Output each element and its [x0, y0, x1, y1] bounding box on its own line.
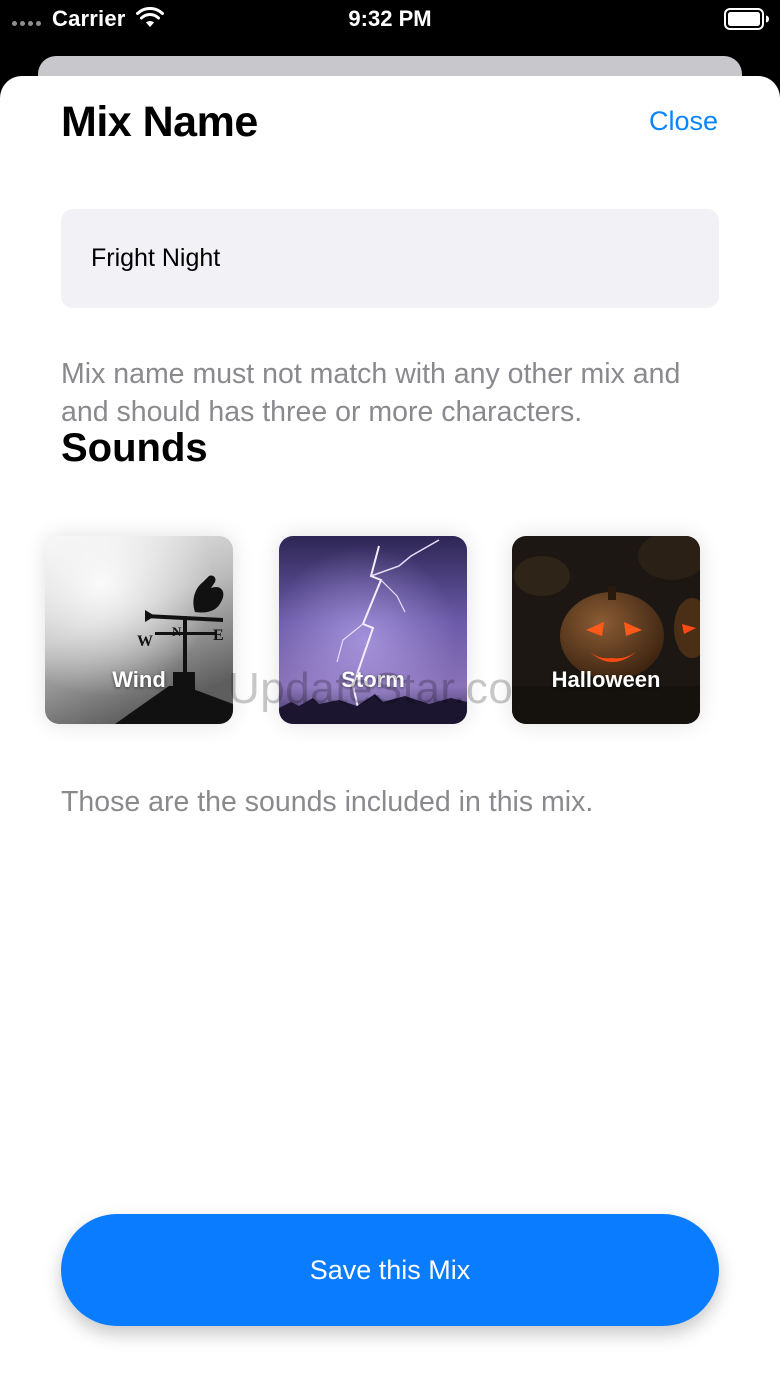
- status-time: 9:32 PM: [348, 6, 432, 31]
- sounds-list: W E N Wind Storm Halloween: [45, 536, 745, 726]
- sounds-section-title: Sounds: [61, 426, 208, 470]
- sounds-hint: Those are the sounds included in this mi…: [61, 786, 594, 818]
- wind-image: W E N: [45, 536, 233, 724]
- status-bar: Carrier 9:32 PM: [0, 0, 780, 40]
- sound-label: Halloween: [551, 667, 661, 692]
- sound-card-storm[interactable]: Storm: [279, 536, 467, 724]
- sheet-title: Mix Name: [61, 98, 258, 146]
- mix-name-hint: Mix name must not match with any other m…: [61, 358, 681, 428]
- battery-icon: [724, 8, 770, 35]
- storm-image: [279, 536, 467, 724]
- mix-name-sheet: Mix Name Close Mix name must not match w…: [0, 76, 780, 1387]
- save-mix-button[interactable]: Save this Mix: [61, 1214, 719, 1326]
- close-button[interactable]: Close: [649, 106, 718, 137]
- mix-name-input[interactable]: [61, 209, 719, 308]
- svg-text:E: E: [213, 627, 224, 644]
- sound-label: Storm: [341, 667, 405, 692]
- sound-card-halloween[interactable]: Halloween: [512, 536, 700, 724]
- app-screen: Carrier 9:32 PM Mix Name Close Mix name …: [0, 0, 780, 1387]
- svg-text:W: W: [137, 633, 153, 650]
- svg-text:N: N: [172, 624, 182, 639]
- sound-label: Wind: [112, 667, 166, 692]
- halloween-image: [512, 536, 700, 724]
- sound-card-wind[interactable]: W E N Wind: [45, 536, 233, 724]
